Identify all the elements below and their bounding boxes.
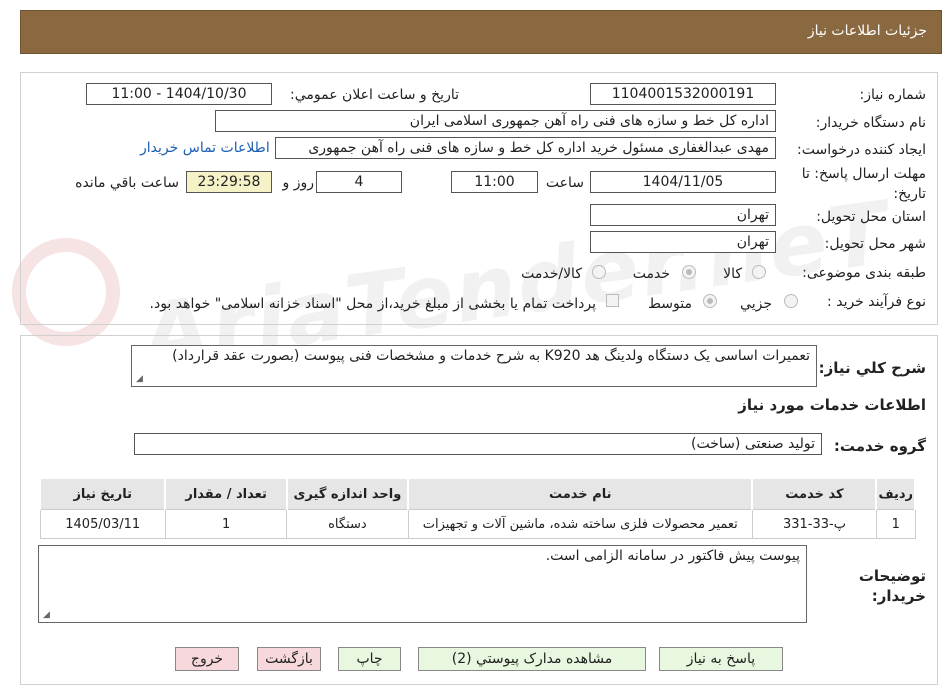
services-title: اطلاعات خدمات مورد نیاز: [738, 396, 926, 414]
summary-text: تعمیرات اساسی یک دستگاه ولدینگ هد K920 ب…: [172, 348, 810, 364]
buyer-org-label: نام دستگاه خریدار:: [815, 115, 926, 131]
deadline-time-field: 11:00: [451, 171, 538, 193]
deadline-days-label: روز و: [282, 175, 315, 191]
table-row: 1 پ-33-331 تعمیر محصولات فلزی ساخته شده،…: [39, 509, 916, 539]
cell-service-code: پ-33-331: [751, 509, 877, 539]
cell-need-date: 1405/03/11: [39, 509, 166, 539]
province-label: استان محل تحویل:: [816, 209, 926, 225]
service-group-field: تولید صنعتی (ساخت): [134, 433, 822, 455]
summary-textarea[interactable]: تعمیرات اساسی یک دستگاه ولدینگ هد K920 ب…: [131, 345, 817, 387]
category-radio-goods-service[interactable]: [592, 265, 606, 279]
process-label: نوع فرآیند خرید :: [827, 294, 926, 310]
buyer-org-field: اداره کل خط و سازه های فنی راه آهن جمهور…: [215, 110, 776, 132]
treasury-checkbox[interactable]: [606, 294, 619, 307]
process-option-minor: جزيي: [740, 296, 772, 312]
process-radio-medium[interactable]: [703, 294, 717, 308]
requester-field: مهدی عبدالغفاری مسئول خرید اداره کل خط و…: [275, 137, 776, 159]
page-header: جزئیات اطلاعات نیاز: [20, 10, 942, 54]
col-header-service-code: کد خدمت: [751, 477, 878, 510]
announce-field: 1404/10/30 - 11:00: [86, 83, 272, 105]
summary-label: شرح کلي نیاز:: [818, 359, 926, 377]
treasury-note: پرداخت تمام یا بخشی از مبلغ خرید،از محل …: [149, 296, 596, 312]
col-header-quantity: تعداد / مقدار: [164, 477, 288, 510]
province-field: تهران: [590, 204, 776, 226]
col-header-unit: واحد اندازه گیری: [285, 477, 410, 510]
resize-grip-icon: ◢: [136, 374, 143, 384]
category-label: طبقه بندی موضوعی:: [802, 265, 926, 281]
need-number-field: 1104001532000191: [590, 83, 776, 105]
col-header-service-name: نام خدمت: [407, 477, 754, 510]
category-option-service: خدمت: [632, 266, 670, 282]
need-number-label: شماره نیاز:: [859, 87, 927, 103]
cell-row-number: 1: [875, 509, 916, 539]
cell-service-name: تعمیر محصولات فلزی ساخته شده، ماشین آلات…: [407, 509, 753, 539]
cell-quantity: 1: [164, 509, 288, 539]
remaining-time-field: 23:29:58: [186, 171, 272, 193]
category-option-goods-service: کالا/خدمت: [521, 266, 582, 282]
city-label: شهر محل تحویل:: [824, 236, 926, 252]
reply-button[interactable]: پاسخ به نیاز: [659, 647, 783, 671]
buyer-contact-link[interactable]: اطلاعات تماس خریدار: [140, 140, 270, 156]
buyer-notes-label: توضیحات خریدار:: [858, 567, 926, 605]
service-group-label: گروه خدمت:: [833, 437, 926, 455]
category-option-goods: کالا: [723, 266, 742, 282]
process-radio-minor[interactable]: [784, 294, 798, 308]
announce-label: تاریخ و ساعت اعلان عمومي:: [290, 87, 459, 103]
buyer-notes-textarea[interactable]: پیوست پیش فاکتور در سامانه الزامی است. ◢: [38, 545, 807, 623]
back-button[interactable]: بازگشت: [257, 647, 321, 671]
process-option-medium: متوسط: [648, 296, 692, 312]
col-header-need-date: تاریخ نیاز: [38, 477, 167, 510]
buyer-notes-text: پیوست پیش فاکتور در سامانه الزامی است.: [545, 548, 800, 564]
table-header-row: ردیف کد خدمت نام خدمت واحد اندازه گیری ت…: [38, 477, 916, 510]
deadline-time-label: ساعت: [545, 175, 584, 191]
requester-label: ایجاد کننده درخواست:: [797, 142, 926, 158]
remaining-time-label: ساعت باقي مانده: [75, 175, 179, 191]
page-title: جزئیات اطلاعات نیاز: [807, 23, 927, 39]
exit-button[interactable]: خروج: [175, 647, 239, 671]
city-field: تهران: [590, 231, 776, 253]
cell-unit: دستگاه: [286, 509, 409, 539]
deadline-date-field: 1404/11/05: [590, 171, 776, 193]
category-radio-goods[interactable]: [752, 265, 766, 279]
services-table: ردیف کد خدمت نام خدمت واحد اندازه گیری ت…: [38, 477, 916, 539]
deadline-days-field: 4: [316, 171, 402, 193]
resize-grip-icon: ◢: [43, 610, 50, 620]
view-attachments-button[interactable]: مشاهده مدارک پیوستي (2): [418, 647, 646, 671]
category-radio-service[interactable]: [682, 265, 696, 279]
print-button[interactable]: چاپ: [338, 647, 401, 671]
col-header-row-number: ردیف: [875, 477, 916, 510]
deadline-label: مهلت ارسال پاسخ: تا تاریخ:: [801, 166, 926, 202]
